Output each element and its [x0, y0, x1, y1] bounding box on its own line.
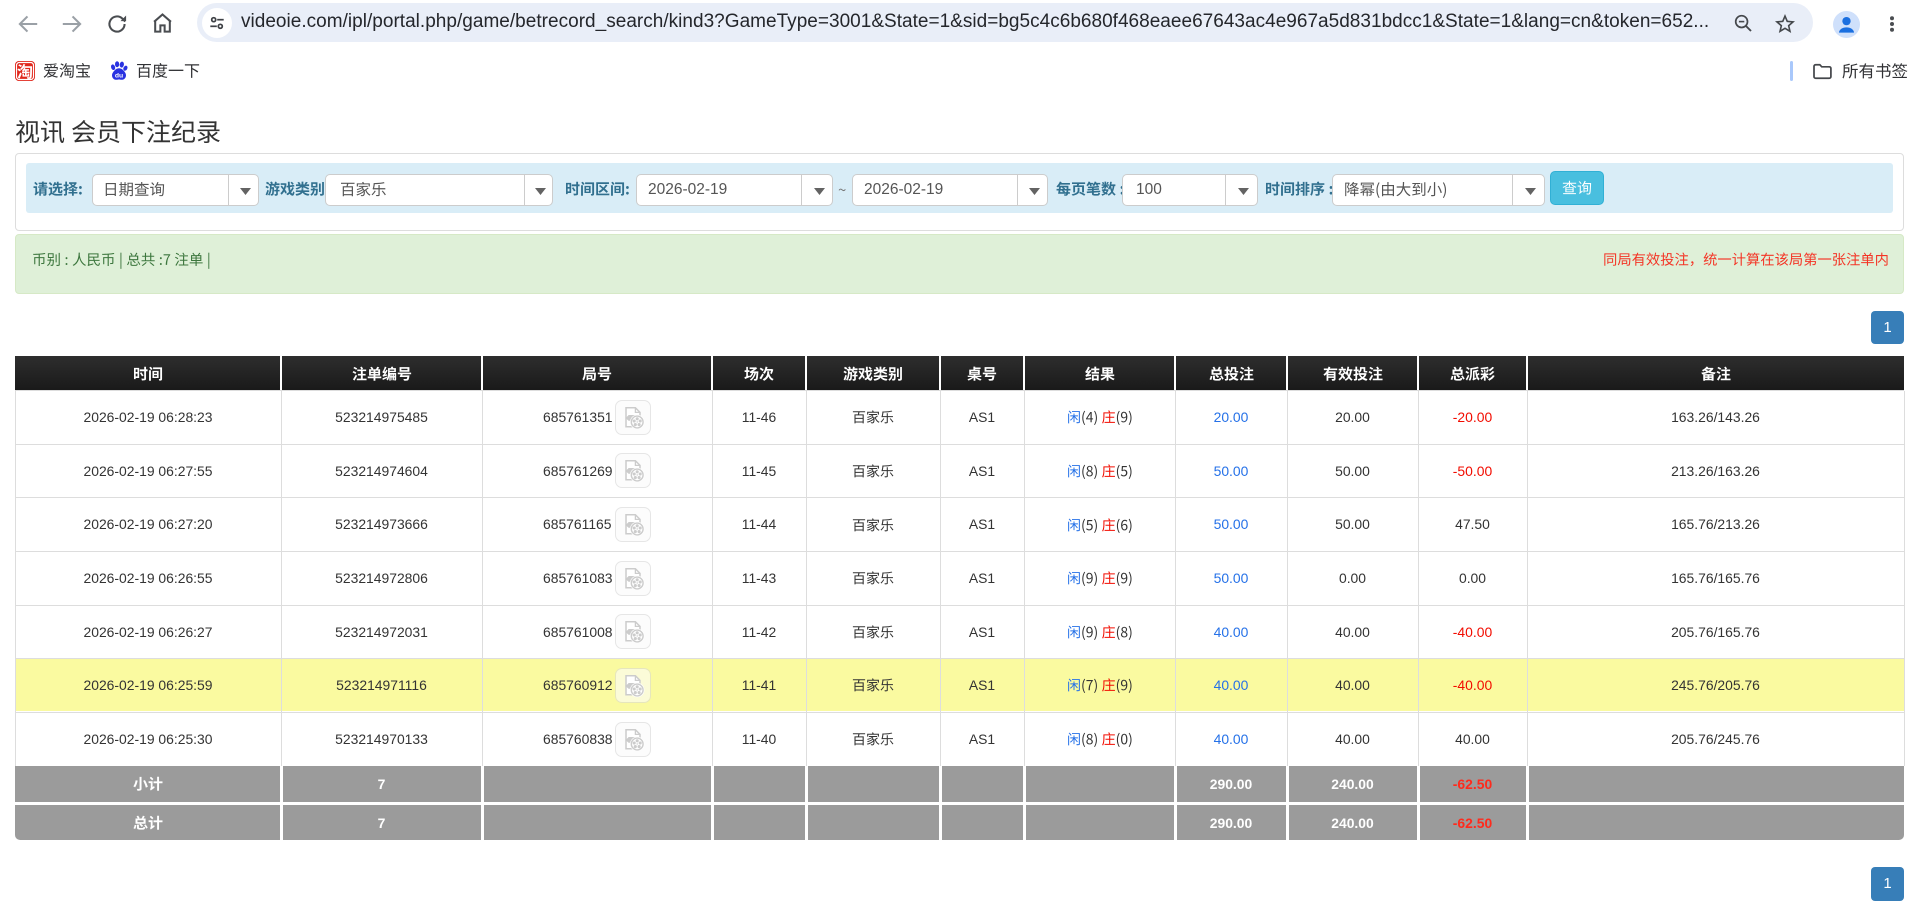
svg-text:du: du	[115, 72, 123, 79]
